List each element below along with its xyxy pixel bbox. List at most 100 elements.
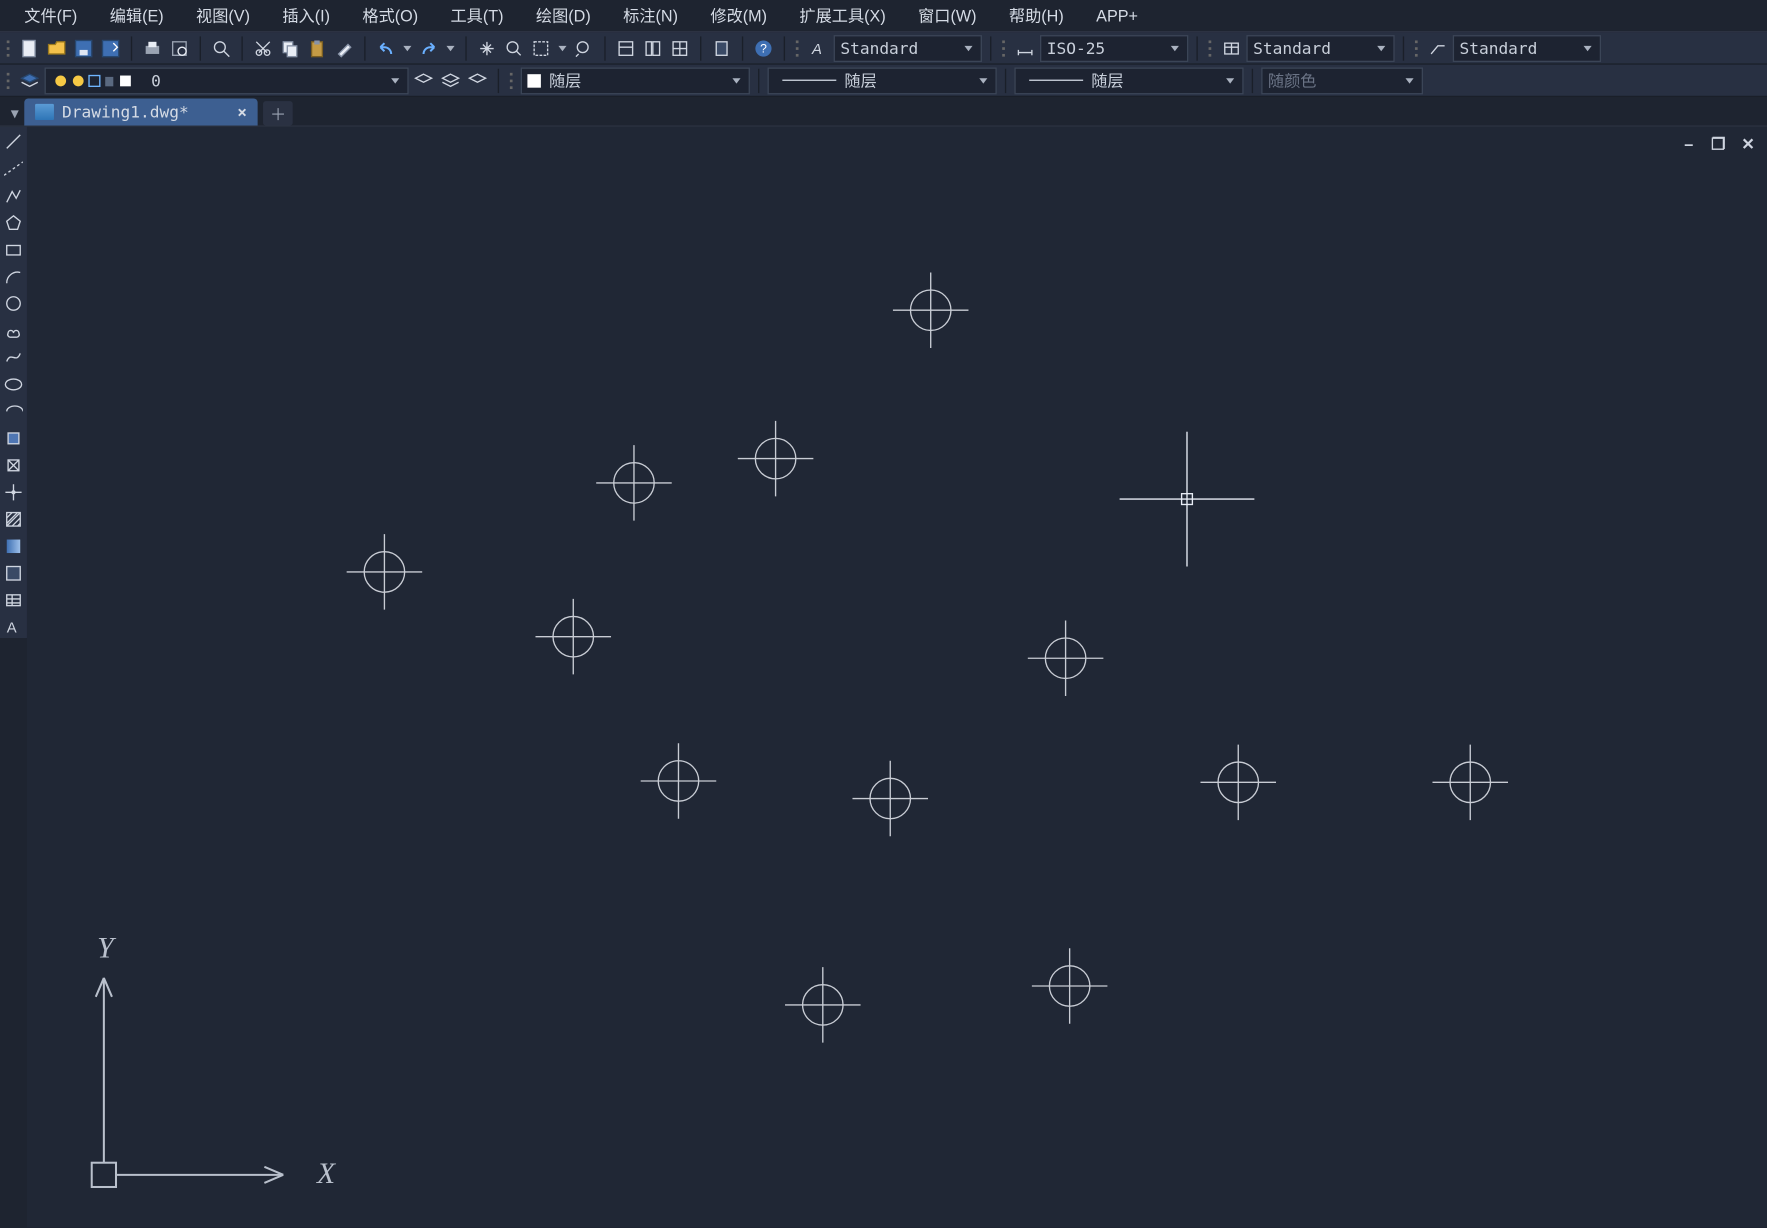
lineweight-combo[interactable]: 随层 [1014,67,1243,94]
redo-icon[interactable] [417,36,441,60]
toolpalettes-icon[interactable] [668,36,692,60]
plotstyle-combo[interactable]: 随颜色 [1261,67,1423,94]
pan-icon[interactable] [475,36,499,60]
toolbar-grip[interactable] [507,68,515,92]
undo-icon[interactable] [374,36,398,60]
matchprop-icon[interactable] [332,36,356,60]
text-style-combo[interactable]: Standard [834,34,982,61]
ucs-x-label: X [316,1158,337,1190]
ellipse-arc-icon[interactable] [3,401,25,423]
toolbar-grip[interactable] [4,68,12,92]
mleader-style-combo[interactable]: Standard [1453,34,1601,61]
construction-line-icon[interactable] [3,158,25,180]
mtext-icon[interactable]: A [3,616,25,638]
toolbar-grip[interactable] [1206,36,1214,60]
layer-state-icon[interactable] [438,68,462,92]
layer-combo[interactable]: 0 [45,67,409,94]
zoom-realtime-icon[interactable] [502,36,526,60]
table-style-icon[interactable] [1219,36,1243,60]
polygon-icon[interactable] [3,212,25,234]
crosshair-cursor [1120,432,1255,571]
color-value: 随层 [549,69,581,92]
undo-dropdown[interactable] [401,36,414,60]
tabstrip-menu-icon[interactable]: ▾ [5,101,24,125]
calc-icon[interactable] [709,36,733,60]
spline-icon[interactable] [3,347,25,369]
cut-icon[interactable] [251,36,275,60]
help-icon[interactable]: ? [751,36,775,60]
menu-draw[interactable]: 绘图(D) [520,0,607,31]
text-style-icon[interactable]: A [807,36,831,60]
polyline-icon[interactable] [3,185,25,207]
print-preview-icon[interactable] [167,36,191,60]
plotstyle-value: 随颜色 [1268,69,1317,92]
menu-modify[interactable]: 修改(M) [694,0,783,31]
layer-status-icons [51,71,145,90]
revision-cloud-icon[interactable] [3,320,25,342]
point-entity [1026,943,1112,1029]
drawing-close-icon[interactable]: ✕ [1740,135,1756,154]
gradient-icon[interactable] [3,535,25,557]
drawing-restore-icon[interactable]: ❐ [1710,135,1726,154]
menu-file[interactable]: 文件(F) [8,0,93,31]
new-icon[interactable] [18,36,42,60]
menu-help[interactable]: 帮助(H) [993,0,1080,31]
save-icon[interactable] [71,36,95,60]
new-tab-button[interactable]: ＋ [263,101,293,125]
drawing-minimize-icon[interactable]: – [1681,135,1697,154]
menu-edit[interactable]: 编辑(E) [94,0,180,31]
designcenter-icon[interactable] [641,36,665,60]
toolbar-grip[interactable] [1412,36,1420,60]
find-icon[interactable] [209,36,233,60]
hatch-icon[interactable] [3,509,25,531]
rectangle-icon[interactable] [3,239,25,261]
redo-dropdown[interactable] [444,36,457,60]
toolbar-grip[interactable] [1000,36,1008,60]
menu-view[interactable]: 视图(V) [180,0,266,31]
color-combo[interactable]: 随层 [521,67,750,94]
toolbar-grip[interactable] [4,36,12,60]
lineweight-sample-icon [1029,80,1083,81]
model-space-canvas[interactable]: – ❐ ✕ X Y [27,127,1767,1228]
paste-icon[interactable] [305,36,329,60]
mleader-style-icon[interactable] [1426,36,1450,60]
toolbar-grip[interactable] [793,36,801,60]
point-icon[interactable] [3,482,25,504]
layer-iso-icon[interactable] [465,68,489,92]
menu-dim[interactable]: 标注(N) [607,0,694,31]
zoom-window-icon[interactable] [529,36,553,60]
toolbar-standard: ? A Standard ISO-25 Standard Standard [0,32,1767,64]
print-icon[interactable] [140,36,164,60]
circle-icon[interactable] [3,293,25,315]
make-block-icon[interactable] [3,455,25,477]
properties-icon[interactable] [614,36,638,60]
document-tab-active[interactable]: Drawing1.dwg* × [24,98,258,125]
dim-style-combo[interactable]: ISO-25 [1040,34,1188,61]
table-style-combo[interactable]: Standard [1246,34,1394,61]
menu-format[interactable]: 格式(O) [346,0,434,31]
copy-icon[interactable] [278,36,302,60]
layer-manager-icon[interactable] [18,68,42,92]
menu-insert[interactable]: 插入(I) [266,0,346,31]
saveas-icon[interactable] [98,36,122,60]
point-entity [1427,739,1513,825]
dwg-file-icon [35,104,54,120]
menu-express[interactable]: 扩展工具(X) [783,0,902,31]
arc-icon[interactable] [3,266,25,288]
tab-close-icon[interactable]: × [237,103,247,122]
zoom-dropdown[interactable] [556,36,569,60]
menu-tools[interactable]: 工具(T) [434,0,519,31]
menu-window[interactable]: 窗口(W) [902,0,993,31]
region-icon[interactable] [3,562,25,584]
linetype-combo[interactable]: 随层 [767,67,996,94]
layer-prev-icon[interactable] [411,68,435,92]
open-icon[interactable] [45,36,69,60]
menu-appplus[interactable]: APP+ [1080,2,1154,29]
svg-text:A: A [811,41,822,57]
ellipse-icon[interactable] [3,374,25,396]
zoom-previous-icon[interactable] [572,36,596,60]
insert-block-icon[interactable] [3,428,25,450]
line-icon[interactable] [3,131,25,153]
table-icon[interactable] [3,589,25,611]
dim-style-icon[interactable] [1013,36,1037,60]
